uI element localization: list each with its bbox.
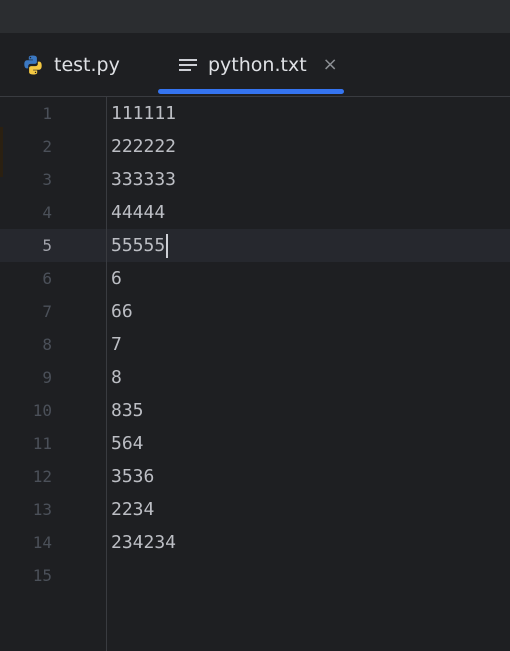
line-text[interactable]: 66 (111, 295, 133, 328)
editor-line[interactable]: 7 66 (0, 295, 510, 328)
line-text[interactable]: 222222 (111, 130, 176, 163)
editor-line[interactable]: 2 222222 (0, 130, 510, 163)
line-text[interactable]: 44444 (111, 196, 165, 229)
line-text[interactable]: 8 (111, 361, 122, 394)
line-number: 11 (32, 434, 52, 453)
editor-line[interactable]: 4 44444 (0, 196, 510, 229)
tab-python-txt[interactable]: python.txt × (178, 33, 338, 96)
active-tab-indicator (158, 89, 344, 94)
line-text[interactable]: 7 (111, 328, 122, 361)
editor-line[interactable]: 5 55555 (0, 229, 510, 262)
title-strip (0, 0, 510, 33)
line-text[interactable]: 564 (111, 427, 144, 460)
line-text[interactable]: 835 (111, 394, 144, 427)
line-text[interactable]: 6 (111, 262, 122, 295)
line-number: 15 (32, 566, 52, 585)
editor-line[interactable]: 87 (0, 328, 510, 361)
line-number: 8 (42, 335, 52, 354)
ide-window: test.py python.txt × 1 111111 2 222222 3 3333… (0, 0, 510, 651)
line-number: 6 (42, 269, 52, 288)
line-number: 7 (42, 302, 52, 321)
close-icon[interactable]: × (323, 54, 338, 75)
gutter-divider (106, 97, 107, 651)
line-number: 5 (42, 236, 52, 255)
line-number: 12 (32, 467, 52, 486)
tab-test-py[interactable]: test.py (22, 33, 120, 96)
editor-line[interactable]: 14 234234 (0, 526, 510, 559)
editor-line[interactable]: 15 (0, 559, 510, 592)
line-number: 2 (42, 137, 52, 156)
python-icon (22, 54, 44, 76)
text-file-icon (178, 55, 198, 75)
line-number: 9 (42, 368, 52, 387)
line-number: 10 (32, 401, 52, 420)
text-caret (166, 234, 169, 258)
line-number: 4 (42, 203, 52, 222)
line-text[interactable]: 55555 (111, 229, 169, 262)
editor-line[interactable]: 11 564 (0, 427, 510, 460)
editor-line[interactable]: 1 111111 (0, 97, 510, 130)
line-text[interactable]: 3536 (111, 460, 154, 493)
line-number: 3 (42, 170, 52, 189)
line-text[interactable]: 2234 (111, 493, 154, 526)
editor-line[interactable]: 10 835 (0, 394, 510, 427)
tab-label: python.txt (208, 53, 307, 76)
line-number: 14 (32, 533, 52, 552)
line-text[interactable]: 333333 (111, 163, 176, 196)
editor-line[interactable]: 3 333333 (0, 163, 510, 196)
line-number: 1 (42, 104, 52, 123)
line-text[interactable]: 234234 (111, 526, 176, 559)
editor-line[interactable]: 13 2234 (0, 493, 510, 526)
editor-tab-bar: test.py python.txt × (0, 33, 510, 97)
editor-line[interactable]: 66 (0, 262, 510, 295)
editor-line[interactable]: 98 (0, 361, 510, 394)
text-editor[interactable]: 1 111111 2 222222 3 333333 4 44444 5 55555 6 6 7 66 8 7… (0, 97, 510, 651)
line-number: 13 (32, 500, 52, 519)
line-text[interactable]: 111111 (111, 97, 176, 130)
tab-label: test.py (54, 53, 120, 76)
editor-line[interactable]: 12 3536 (0, 460, 510, 493)
